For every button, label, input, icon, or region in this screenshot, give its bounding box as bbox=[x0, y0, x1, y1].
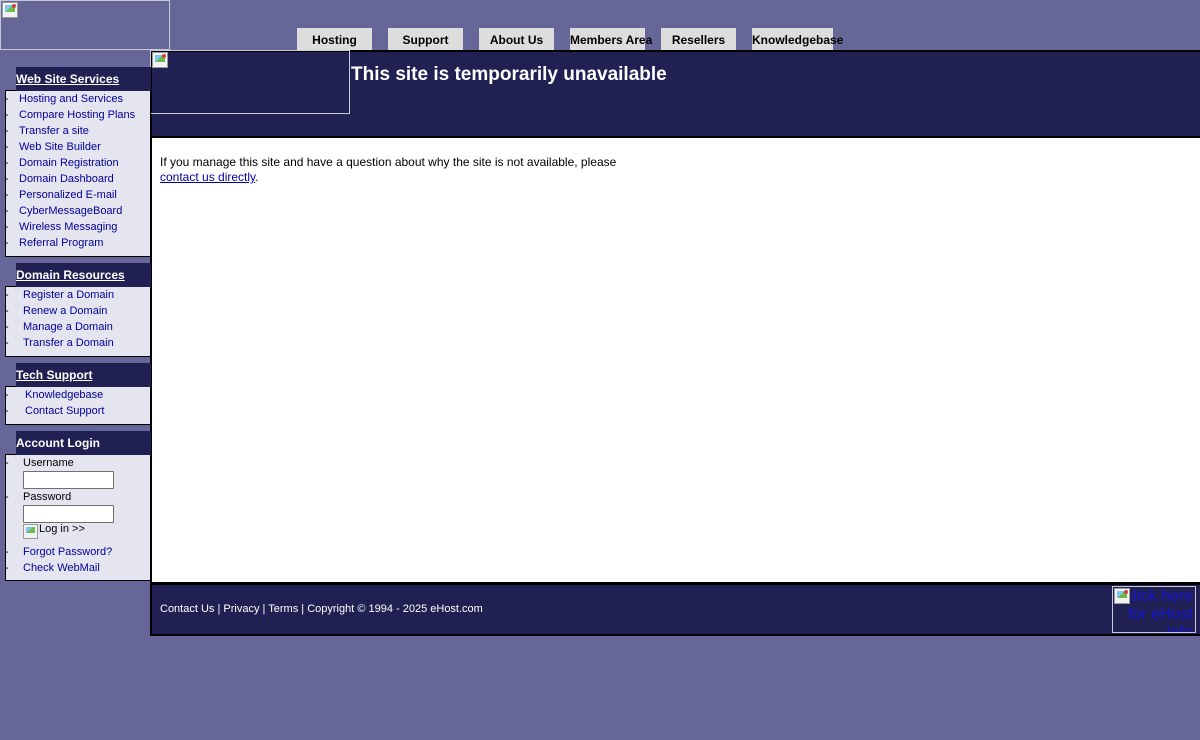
bullet-dash: - bbox=[5, 189, 9, 201]
bullet-dash: - bbox=[5, 305, 9, 317]
sidebar-item[interactable]: - Transfer a Domain bbox=[5, 335, 114, 351]
sidebar-item[interactable]: - Domain Dashboard bbox=[5, 171, 114, 187]
sidebar-link-domain-dashboard[interactable]: Domain Dashboard bbox=[19, 173, 114, 185]
sidebar-link-contact-support[interactable]: Contact Support bbox=[25, 405, 105, 417]
sidebar-item[interactable]: - Wireless Messaging bbox=[5, 219, 117, 235]
bullet-dash: - bbox=[5, 125, 9, 137]
sidebar-link-referral-program[interactable]: Referral Program bbox=[19, 237, 103, 249]
sidebar-item[interactable]: - Web Site Builder bbox=[5, 139, 101, 155]
bullet-dash: - bbox=[5, 109, 9, 121]
bullet-dash: - bbox=[5, 221, 9, 233]
bullet-dash: - bbox=[5, 173, 9, 185]
bullet-dash: - bbox=[5, 141, 9, 153]
bullet-dash: - bbox=[5, 546, 9, 558]
sidebar-item[interactable]: - Transfer a site bbox=[5, 123, 89, 139]
tab-about-us[interactable]: About Us bbox=[479, 28, 554, 50]
sidebar-item[interactable]: - Contact Support bbox=[5, 403, 105, 419]
tab-knowledgebase[interactable]: Knowledgebase bbox=[752, 28, 843, 50]
sidebar-link-renew-domain[interactable]: Renew a Domain bbox=[23, 305, 107, 317]
footer-copyright: Copyright © 1994 - 2025 eHost.com bbox=[307, 603, 483, 615]
bullet-dash: - bbox=[5, 205, 9, 217]
password-label: Password bbox=[23, 491, 72, 503]
domain-resources-heading: Domain Resources bbox=[16, 263, 151, 287]
sidebar-item[interactable]: - Compare Hosting Plans bbox=[5, 107, 135, 123]
footer-separator: | bbox=[259, 603, 269, 615]
broken-image-icon bbox=[1114, 588, 1130, 604]
badge-alt-text: click here for eHost Info bbox=[1125, 588, 1193, 633]
account-login-heading: Account Login bbox=[16, 431, 151, 455]
tab-resellers[interactable]: Resellers bbox=[661, 28, 736, 50]
tab-members-area[interactable]: Members Area bbox=[570, 28, 652, 50]
sidebar-link-manage-domain[interactable]: Manage a Domain bbox=[23, 321, 113, 333]
username-input[interactable] bbox=[23, 471, 114, 489]
bullet-dash: - bbox=[5, 405, 9, 417]
bullet-dash: - bbox=[5, 389, 9, 401]
sidebar-item[interactable]: - Register a Domain bbox=[5, 287, 114, 303]
footer-terms-link[interactable]: Terms bbox=[268, 603, 298, 615]
bullet-dash: - bbox=[5, 93, 9, 105]
footer-privacy-link[interactable]: Privacy bbox=[223, 603, 259, 615]
bullet-dash: - bbox=[5, 157, 9, 169]
footer-links: Contact Us | Privacy | Terms | Copyright… bbox=[160, 603, 483, 615]
sidebar-link-personalized-email[interactable]: Personalized E-mail bbox=[19, 189, 117, 201]
contact-us-link[interactable]: contact us directly bbox=[160, 170, 255, 184]
web-services-heading: Web Site Services bbox=[16, 67, 151, 91]
bullet-dash: - bbox=[5, 321, 9, 333]
sidebar-link-transfer-site[interactable]: Transfer a site bbox=[19, 125, 89, 137]
broken-image-icon bbox=[23, 524, 38, 539]
password-input[interactable] bbox=[23, 505, 114, 523]
sidebar-item[interactable]: - Manage a Domain bbox=[5, 319, 113, 335]
bullet-dash: - bbox=[5, 237, 9, 249]
footer-contact-link[interactable]: Contact Us bbox=[160, 603, 214, 615]
tech-support-heading: Tech Support bbox=[16, 363, 151, 387]
sidebar-item[interactable]: - CyberMessageBoard bbox=[5, 203, 122, 219]
site-logo bbox=[0, 0, 170, 50]
tab-support[interactable]: Support bbox=[388, 28, 463, 50]
sidebar-link-transfer-domain[interactable]: Transfer a Domain bbox=[23, 337, 114, 349]
sidebar-link-hosting-services[interactable]: Hosting and Services bbox=[19, 93, 123, 105]
sidebar-item[interactable]: - Referral Program bbox=[5, 235, 103, 251]
broken-image-icon bbox=[2, 2, 18, 18]
login-button-label: Log in >> bbox=[39, 523, 85, 535]
web-services-heading-link[interactable]: Web Site Services bbox=[16, 72, 119, 86]
username-label: Username bbox=[23, 457, 74, 469]
tech-support-heading-link[interactable]: Tech Support bbox=[16, 368, 92, 382]
ehost-info-badge[interactable]: click here for eHost Info bbox=[1112, 586, 1196, 633]
forgot-password-link[interactable]: Forgot Password? bbox=[23, 546, 112, 558]
sidebar-link-register-domain[interactable]: Register a Domain bbox=[23, 289, 114, 301]
sidebar-link-site-builder[interactable]: Web Site Builder bbox=[19, 141, 101, 153]
unavailable-message: If you manage this site and have a quest… bbox=[160, 155, 660, 185]
message-text: If you manage this site and have a quest… bbox=[160, 155, 617, 169]
sidebar-item[interactable]: - Renew a Domain bbox=[5, 303, 107, 319]
sidebar-link-wireless-messaging[interactable]: Wireless Messaging bbox=[19, 221, 117, 233]
bullet-dash: - bbox=[5, 337, 9, 349]
footer-separator: | bbox=[298, 603, 308, 615]
sidebar-link-cybermessageboard[interactable]: CyberMessageBoard bbox=[19, 205, 122, 217]
page-title: This site is temporarily unavailable bbox=[351, 64, 667, 85]
sidebar-link-domain-registration[interactable]: Domain Registration bbox=[19, 157, 119, 169]
sidebar-item[interactable]: - Domain Registration bbox=[5, 155, 119, 171]
sidebar-item[interactable]: - Personalized E-mail bbox=[5, 187, 117, 203]
bullet-dash: - bbox=[5, 562, 9, 574]
login-button[interactable]: Log in >> bbox=[23, 523, 85, 539]
bullet-dash: - bbox=[5, 457, 9, 469]
domain-resources-heading-link[interactable]: Domain Resources bbox=[16, 268, 125, 282]
message-period: . bbox=[255, 170, 259, 184]
bullet-dash: - bbox=[5, 491, 9, 503]
broken-image-icon bbox=[152, 52, 168, 68]
tab-hosting[interactable]: Hosting bbox=[297, 28, 372, 50]
bullet-dash: - bbox=[5, 289, 9, 301]
header-image bbox=[150, 50, 350, 114]
content-area bbox=[152, 138, 1200, 582]
sidebar-item[interactable]: - Knowledgebase bbox=[5, 387, 103, 403]
sidebar-item[interactable]: - Hosting and Services bbox=[5, 91, 123, 107]
sidebar-link-knowledgebase[interactable]: Knowledgebase bbox=[25, 389, 103, 401]
sidebar-link-compare-plans[interactable]: Compare Hosting Plans bbox=[19, 109, 135, 121]
check-webmail-link[interactable]: Check WebMail bbox=[23, 562, 100, 574]
